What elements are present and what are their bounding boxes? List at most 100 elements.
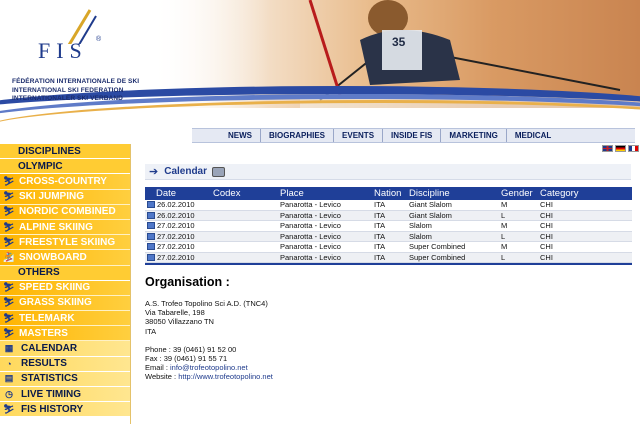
column-header-place[interactable]: Place [280,188,374,199]
table-body: 26.02.2010 Panarotta - Levico ITA Giant … [145,200,632,263]
organiser-street: Via Tabarelle, 198 [145,308,205,318]
sidebar-item-cross-country[interactable]: ⛷ CROSS-COUNTRY [0,174,130,190]
cell-place: Panarotta - Levico [280,200,341,210]
snowboard-icon: 🏂 [3,251,15,262]
sidebar-item-ski-jumping[interactable]: ⛷ SKI JUMPING [0,189,130,205]
live-timing-icon: ◷ [5,388,13,399]
nav-events[interactable]: EVENTS [333,129,382,142]
fis-history-icon: ⛷ [3,403,15,414]
nav-medical[interactable]: MEDICAL [505,129,559,142]
race-detail-icon[interactable] [147,243,155,251]
federation-names: FÉDÉRATION INTERNATIONALE DE SKI INTERNA… [12,78,139,104]
cell-gender: M [501,242,508,252]
others-header: OTHERS [0,265,130,281]
organiser-country: ITA [145,326,157,336]
race-detail-icon[interactable] [147,253,155,261]
fis-logo[interactable]: FIS ® [30,9,110,64]
cell-discipline: Super Combined [409,242,466,252]
column-header-gender[interactable]: Gender [501,188,540,199]
sidebar-item-snowboard[interactable]: 🏂 SNOWBOARD [0,250,130,266]
table-row[interactable]: 27.02.2010 Panarotta - Levico ITA Super … [145,252,632,263]
organiser-website-row: Website : http://www.trofeotopolino.net [145,372,631,381]
cell-date: 27.02.2010 [157,242,195,252]
table-row[interactable]: 26.02.2010 Panarotta - Levico ITA Giant … [145,210,632,221]
cell-category: CHI [540,200,553,210]
print-icon[interactable] [212,166,226,177]
sidebar-item-calendar[interactable]: ▦ CALENDAR [0,341,130,357]
column-header-date[interactable]: Date [145,188,213,199]
federation-line-fr: FÉDÉRATION INTERNATIONALE DE SKI [12,78,140,85]
english-flag-icon[interactable] [602,145,613,152]
language-selector [602,145,639,152]
table-row[interactable]: 27.02.2010 Panarotta - Levico ITA Slalom… [145,221,632,232]
sidebar-item-label: SKI JUMPING [19,191,85,203]
sidebar-item-results[interactable]: ◔ RESULTS [0,356,130,372]
grass-skiing-icon: ⛷ [3,297,15,308]
organiser-city: 38050 Villazzano TN [145,317,214,327]
sidebar-item-statistics[interactable]: ▤ STATISTICS [0,371,130,387]
sidebar-item-nordic-combined[interactable]: ⛷ NORDIC COMBINED [0,204,130,220]
german-flag-icon[interactable] [615,145,626,152]
organiser-fax: Fax : 39 (0461) 91 55 71 [145,354,228,364]
cell-category: CHI [540,242,553,252]
email-link[interactable]: info@trofeotopolino.net [170,363,248,372]
sidebar-item-label: STATISTICS [21,373,78,385]
ski-jumping-icon: ⛷ [3,191,15,202]
table-row[interactable]: 27.02.2010 Panarotta - Levico ITA Super … [145,242,632,253]
site-header: 35 FIS ® FÉDÉRATION INTERNATIONALE DE SK… [0,0,640,128]
arrow-right-icon: ➔ [149,166,159,178]
sidebar-item-telemark[interactable]: ⛷ TELEMARK [0,311,130,327]
cell-nation: ITA [374,210,386,220]
sidebar-item-alpine-skiing[interactable]: ⛷ ALPINE SKIING [0,219,130,236]
column-header-nation[interactable]: Nation [374,188,409,199]
disciplines-header: DISCIPLINES [0,144,130,160]
cell-gender: L [501,252,506,262]
nav-inside-fis[interactable]: INSIDE FIS [382,129,440,142]
cell-place: Panarotta - Levico [280,231,341,241]
sidebar-item-freestyle-skiing[interactable]: ⛷ FREESTYLE SKIING [0,235,130,251]
nav-news[interactable]: NEWS [192,129,260,142]
statistics-icon: ▤ [4,373,14,384]
table-bottom-rule [145,263,632,265]
sidebar-item-label: MASTERS [19,327,68,339]
nav-marketing[interactable]: MARKETING [440,129,505,142]
race-detail-icon[interactable] [147,232,155,240]
organisation-section: Organisation : A.S. Trofeo Topolino Sci … [145,275,631,382]
sidebar-item-label: SNOWBOARD [19,251,87,263]
sidebar-item-masters[interactable]: ⛷ MASTERS [0,326,130,342]
nordic-combined-icon: ⛷ [3,206,15,217]
cell-discipline: Giant Slalom [409,210,452,220]
cell-discipline: Slalom [409,231,432,241]
sidebar-item-live-timing[interactable]: ◷ LIVE TIMING [0,387,130,403]
race-detail-icon[interactable] [147,222,155,230]
page-title: Calendar [164,166,208,177]
table-row[interactable]: 27.02.2010 Panarotta - Levico ITA Slalom… [145,231,632,242]
cross-country-icon: ⛷ [3,175,15,186]
sidebar-item-label: NORDIC COMBINED [19,206,116,218]
race-detail-icon[interactable] [147,211,155,219]
cell-place: Panarotta - Levico [280,252,341,262]
sidebar-item-grass-skiing[interactable]: ⛷ GRASS SKIING [0,295,130,312]
french-flag-icon[interactable] [628,145,639,152]
column-header-discipline[interactable]: Discipline [409,188,501,199]
column-header-category[interactable]: Category [540,188,600,199]
cell-discipline: Slalom [409,221,432,231]
nav-biographies[interactable]: BIOGRAPHIES [260,129,333,142]
cell-nation: ITA [374,252,386,262]
cell-date: 27.02.2010 [157,252,195,262]
calendar-icon: ▦ [4,343,14,354]
sidebar: DISCIPLINES OLYMPIC ⛷ CROSS-COUNTRY ⛷ SK… [0,144,131,424]
column-header-codex[interactable]: Codex [213,188,280,199]
table-row[interactable]: 26.02.2010 Panarotta - Levico ITA Giant … [145,200,632,211]
sidebar-item-label: ALPINE SKIING [19,221,93,233]
race-detail-icon[interactable] [147,201,155,209]
cell-place: Panarotta - Levico [280,210,341,220]
cell-gender: L [501,231,506,241]
cell-category: CHI [540,221,553,231]
cell-gender: M [501,221,508,231]
website-label: Website : [145,372,179,382]
sidebar-item-fis-history[interactable]: ⛷ FIS HISTORY [0,402,130,418]
website-link[interactable]: http://www.trofeotopolino.net [178,372,273,381]
sidebar-item-speed-skiing[interactable]: ⛷ SPEED SKIING [0,280,130,296]
cell-nation: ITA [374,242,386,252]
